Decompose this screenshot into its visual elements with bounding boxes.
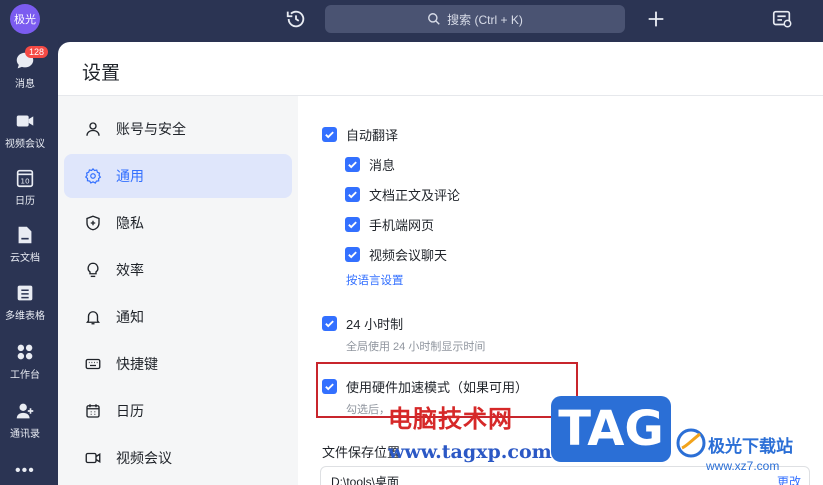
file-save-path: D:\tools\桌面 <box>331 475 400 485</box>
checkbox-label: 文档正文及评论 <box>369 188 461 203</box>
rail-label: 视频会议 <box>5 139 45 150</box>
rail-item-messages[interactable]: 128 消息 <box>0 46 50 100</box>
rail-label: 工作台 <box>10 370 40 381</box>
clock-24h-checkbox[interactable]: 24 小时制 <box>322 314 403 333</box>
sidebar-item-label: 通用 <box>116 168 144 184</box>
checkbox-checked-icon <box>345 157 360 172</box>
rail-item-workspace[interactable]: 工作台 <box>0 341 50 391</box>
sidebar-item-account-security[interactable]: 账号与安全 <box>64 107 292 151</box>
checkbox-checked-icon <box>345 247 360 262</box>
settings-sidebar: 账号与安全 通用 隐私 效率 通知 快捷键 日历 视频会议 <box>58 96 298 485</box>
sidebar-item-label: 视频会议 <box>116 450 172 466</box>
nav-rail: 128 消息 视频会议 10 日历 云文档 多维表格 工作台 通讯录 ••• <box>0 40 58 485</box>
history-icon[interactable] <box>285 8 307 30</box>
checkbox-checked-icon <box>322 127 337 142</box>
checkbox-label: 24 小时制 <box>346 317 404 332</box>
rail-label: 消息 <box>15 79 35 90</box>
cloud-doc-icon <box>18 226 32 244</box>
plus-icon[interactable] <box>645 8 667 30</box>
watermark-tag-logo: TAG <box>551 396 671 462</box>
contacts-icon <box>16 403 34 419</box>
translate-meeting-chat-checkbox[interactable]: 视频会议聊天 <box>345 245 447 264</box>
more-icon[interactable]: ••• <box>15 462 35 480</box>
gear-icon <box>84 167 102 184</box>
settings-panel-icon[interactable] <box>771 8 793 30</box>
sidebar-item-label: 账号与安全 <box>116 121 186 137</box>
checkbox-checked-icon <box>345 187 360 202</box>
sidebar-item-shortcuts[interactable]: 快捷键 <box>64 342 292 386</box>
rail-item-calendar[interactable]: 10 日历 <box>0 167 50 217</box>
sidebar-item-efficiency[interactable]: 效率 <box>64 248 292 292</box>
translate-docs-checkbox[interactable]: 文档正文及评论 <box>345 185 460 204</box>
user-icon <box>86 122 100 136</box>
translate-mobile-web-checkbox[interactable]: 手机端网页 <box>345 215 434 234</box>
sidebar-item-privacy[interactable]: 隐私 <box>64 201 292 245</box>
sidebar-item-label: 快捷键 <box>116 356 158 372</box>
bell-icon <box>86 311 100 325</box>
rail-item-video-meeting[interactable]: 视频会议 <box>0 110 50 160</box>
calendar-small-icon <box>86 404 100 418</box>
checkbox-checked-icon <box>322 316 337 331</box>
rail-label: 通讯录 <box>10 429 40 440</box>
search-input[interactable]: 搜索 (Ctrl + K) <box>325 5 625 33</box>
rail-label: 日历 <box>15 196 35 207</box>
change-path-button[interactable]: 更改 <box>777 473 801 485</box>
top-bar: 极光 搜索 (Ctrl + K) <box>0 0 823 40</box>
sidebar-item-label: 效率 <box>116 262 144 278</box>
sidebar-item-label: 通知 <box>116 309 144 325</box>
checkbox-checked-icon <box>345 217 360 232</box>
auto-translate-checkbox[interactable]: 自动翻译 <box>322 125 398 144</box>
unread-badge: 128 <box>25 46 49 58</box>
watermark-site-name: 极光下载站 <box>708 437 793 456</box>
calendar-icon: 10 <box>16 169 34 188</box>
rail-item-contacts[interactable]: 通讯录 <box>0 400 50 450</box>
panel-header: 设置 <box>58 42 823 96</box>
clock-24h-hint: 全局使用 24 小时制显示时间 <box>346 341 486 353</box>
search-icon <box>428 13 440 25</box>
avatar[interactable]: 极光 <box>10 4 40 34</box>
checkbox-label: 手机端网页 <box>369 218 435 233</box>
rail-label: 多维表格 <box>5 311 45 322</box>
sidebar-item-notifications[interactable]: 通知 <box>64 295 292 339</box>
sidebar-item-video-meeting[interactable]: 视频会议 <box>64 436 292 480</box>
svg-text:10: 10 <box>20 177 30 186</box>
sidebar-item-general[interactable]: 通用 <box>64 154 292 198</box>
camera-icon <box>85 452 101 464</box>
sidebar-item-label: 日历 <box>116 403 144 419</box>
keyboard-icon <box>85 358 101 370</box>
sidebar-item-label: 隐私 <box>116 215 144 231</box>
rail-item-bitable[interactable]: 多维表格 <box>0 282 50 332</box>
watermark-site-url: www.xz7.com <box>706 459 780 473</box>
video-icon <box>16 115 34 127</box>
translate-messages-checkbox[interactable]: 消息 <box>345 155 395 174</box>
checkbox-label: 自动翻译 <box>346 128 399 143</box>
watermark-url: www.tagxp.com <box>388 441 552 463</box>
bulb-icon <box>87 262 99 278</box>
rail-label: 云文档 <box>10 253 40 264</box>
page-title: 设置 <box>82 63 121 84</box>
search-label: 搜索 (Ctrl + K) <box>447 12 523 27</box>
sidebar-item-calendar[interactable]: 日历 <box>64 389 292 433</box>
table-icon <box>17 285 33 301</box>
workspace-icon <box>17 344 33 360</box>
watermark-site-logo-icon <box>676 428 706 458</box>
language-settings-link[interactable]: 按语言设置 <box>346 272 404 288</box>
rail-item-cloud-docs[interactable]: 云文档 <box>0 224 50 274</box>
shield-icon <box>86 215 100 231</box>
checkbox-label: 视频会议聊天 <box>369 248 448 263</box>
checkbox-label: 消息 <box>369 158 396 173</box>
watermark-text: 电脑技术网 <box>388 405 513 433</box>
